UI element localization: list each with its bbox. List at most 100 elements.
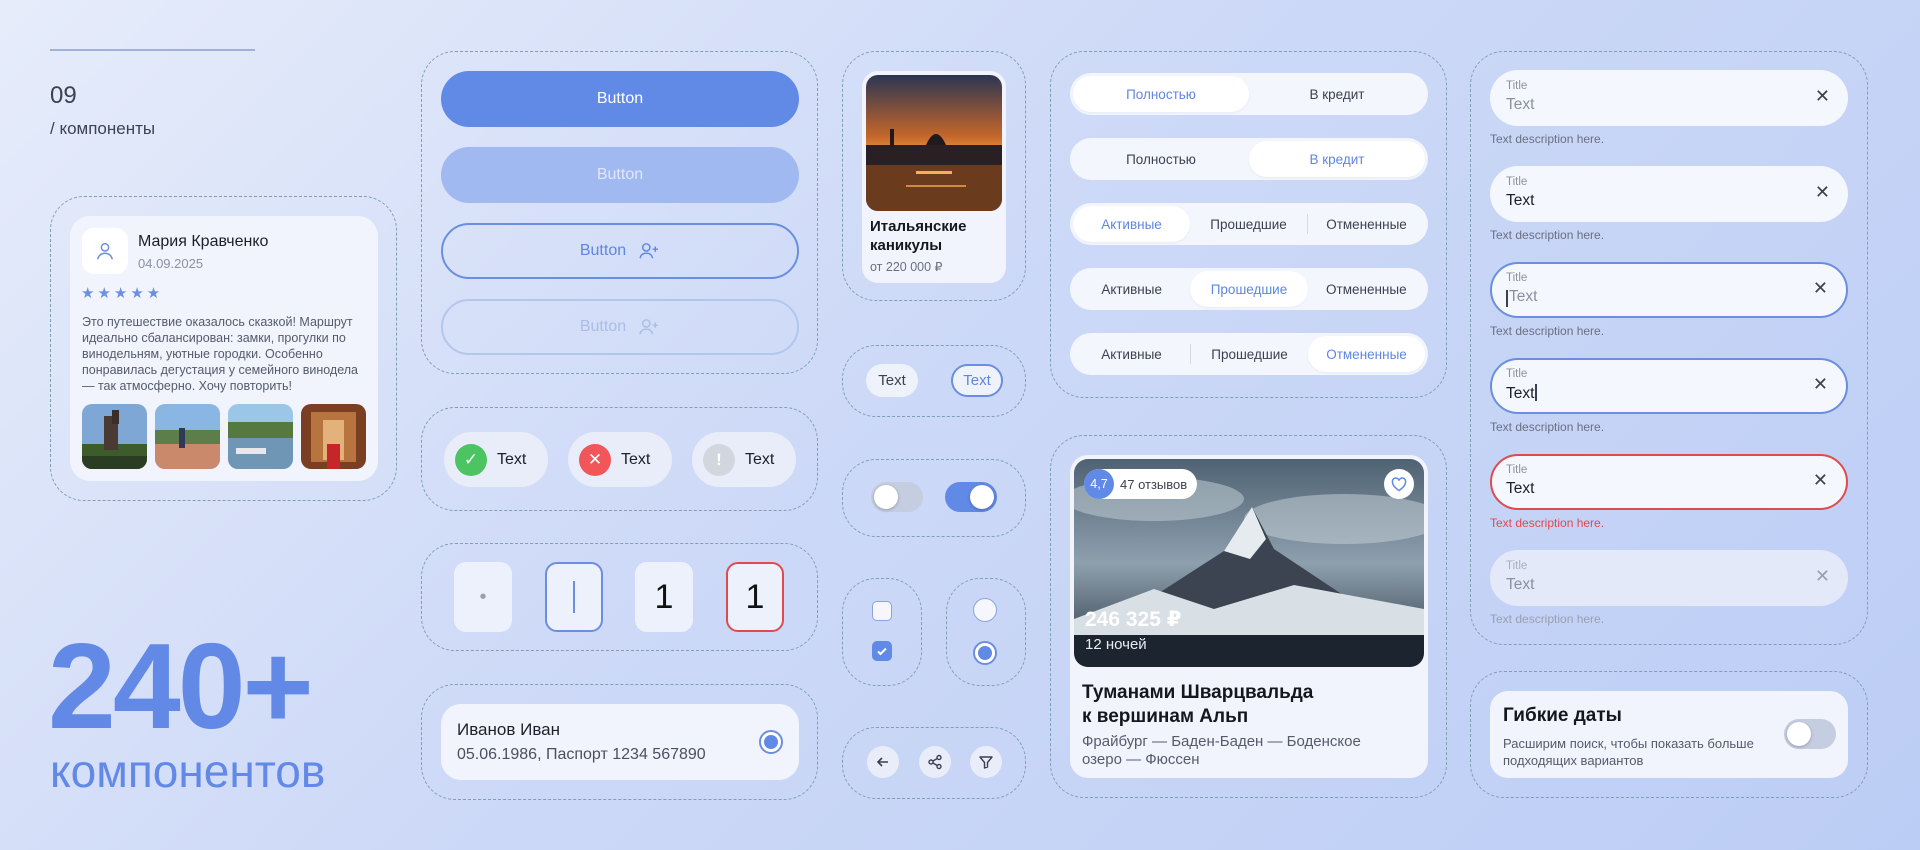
- radio-selected[interactable]: [973, 641, 997, 665]
- text-field-filled[interactable]: Title Text ✕: [1490, 166, 1848, 222]
- field-error-description: Text description here.: [1490, 516, 1605, 530]
- clear-icon[interactable]: ✕: [1815, 182, 1830, 203]
- clear-icon[interactable]: ✕: [1813, 374, 1828, 395]
- tour-price: от 220 000 ₽: [870, 260, 943, 274]
- reviewer-name: Мария Кравченко: [138, 233, 269, 250]
- hotel-title-line1: Туманами Шварцвальда: [1082, 682, 1314, 703]
- outline-button[interactable]: Button: [441, 223, 799, 279]
- field-value: Text: [1506, 576, 1535, 593]
- segment-cancelled[interactable]: Отмененные: [1308, 336, 1425, 372]
- text-field-focused-filled[interactable]: Title Text ✕: [1490, 358, 1848, 414]
- rating-value: 4,7: [1084, 469, 1114, 499]
- segment-label: Отмененные: [1326, 216, 1407, 232]
- header-divider: [50, 49, 255, 51]
- rating-badge: 4,7 47 отзывов: [1084, 469, 1198, 499]
- field-label: Title: [1506, 176, 1528, 188]
- segment-past[interactable]: Прошедшие: [1190, 271, 1308, 307]
- segment-credit[interactable]: В кредит: [1249, 76, 1425, 112]
- field-label: Title: [1506, 560, 1528, 572]
- segment-active[interactable]: Активные: [1073, 336, 1190, 372]
- tag-plain[interactable]: Text: [866, 364, 918, 397]
- segment-label: Прошедшие: [1210, 281, 1288, 297]
- clear-icon[interactable]: ✕: [1815, 86, 1830, 107]
- hotel-card[interactable]: 4,7 47 отзывов 246 325 ₽ 12 ночей Тумана…: [1070, 455, 1428, 778]
- review-photo-river[interactable]: [228, 404, 293, 469]
- review-card: Мария Кравченко 04.09.2025 ★★★★★ Это пут…: [70, 216, 378, 481]
- filter-button[interactable]: [970, 746, 1002, 778]
- field-label: Title: [1506, 368, 1528, 380]
- checkbox-unchecked[interactable]: [872, 601, 892, 621]
- passenger-document: 05.06.1986, Паспорт 1234 567890: [457, 746, 706, 763]
- code-cell-empty[interactable]: •: [454, 562, 512, 632]
- field-value-wrap: Text: [1506, 384, 1537, 403]
- passenger-radio[interactable]: [759, 730, 783, 754]
- review-date: 04.09.2025: [138, 256, 204, 271]
- field-placeholder: Text: [1509, 288, 1538, 305]
- info-icon: !: [703, 443, 735, 476]
- code-cell-filled[interactable]: 1: [635, 562, 693, 632]
- segment-past[interactable]: Прошедшие: [1190, 206, 1307, 242]
- toggle-off[interactable]: [871, 482, 923, 512]
- segment-label: Прошедшие: [1210, 216, 1287, 232]
- clear-icon[interactable]: ✕: [1813, 470, 1828, 491]
- segment-label: Активные: [1101, 346, 1162, 362]
- passenger-card[interactable]: Иванов Иван 05.06.1986, Паспорт 1234 567…: [441, 704, 799, 780]
- tag-selected-label: Text: [963, 372, 991, 389]
- radio-dot: [978, 646, 992, 660]
- segment-full[interactable]: Полностью: [1073, 141, 1249, 177]
- hotel-nights: 12 ночей: [1085, 636, 1147, 653]
- chip-disabled-label: Text: [745, 450, 775, 468]
- tag-selected[interactable]: Text: [951, 364, 1003, 397]
- text-field-focused-empty[interactable]: Title Text ✕: [1490, 262, 1848, 318]
- filter-icon: [979, 756, 993, 769]
- toggle-knob: [874, 485, 898, 509]
- toggles-group: [842, 459, 1026, 537]
- segment-credit[interactable]: В кредит: [1249, 141, 1425, 177]
- review-photo-castle[interactable]: [82, 404, 147, 469]
- passenger-name: Иванов Иван: [457, 720, 561, 739]
- segment-cancelled[interactable]: Отмененные: [1308, 206, 1425, 242]
- chip-success[interactable]: ✓ Text: [444, 432, 548, 487]
- segment-active[interactable]: Активные: [1073, 271, 1190, 307]
- flex-dates-toggle[interactable]: [1784, 719, 1836, 749]
- payment-segmented-alt: Полностью В кредит: [1070, 138, 1428, 180]
- payment-segmented: Полностью В кредит: [1070, 73, 1428, 115]
- radio-dot: [764, 735, 778, 749]
- text-field-placeholder[interactable]: Title Text ✕: [1490, 70, 1848, 126]
- primary-button[interactable]: Button: [441, 71, 799, 127]
- clear-icon: ✕: [1814, 566, 1830, 586]
- review-photo-hall[interactable]: [301, 404, 366, 469]
- clear-icon[interactable]: ✕: [1813, 278, 1828, 299]
- toggle-knob: [970, 485, 994, 509]
- arrow-left-icon: [876, 757, 888, 767]
- reviews-count: 47 отзывов: [1120, 476, 1188, 492]
- segment-label: Отмененные: [1326, 281, 1407, 297]
- segment-past[interactable]: Прошедшие: [1191, 336, 1308, 372]
- rating-stars: ★★★★★: [81, 285, 164, 302]
- user-icon: [96, 242, 114, 260]
- back-button[interactable]: [867, 746, 899, 778]
- primary-button-disabled-label: Button: [596, 166, 644, 183]
- review-photo-terrace[interactable]: [155, 404, 220, 469]
- hotel-title-line2: к вершинам Альп: [1082, 706, 1249, 727]
- checkbox-checked[interactable]: [872, 641, 892, 661]
- code-cell-focused[interactable]: [545, 562, 603, 632]
- chip-success-label: Text: [497, 450, 527, 468]
- radio-unselected[interactable]: [973, 598, 997, 622]
- toggle-on[interactable]: [945, 482, 997, 512]
- tour-card[interactable]: Итальянские каникулы от 220 000 ₽: [862, 71, 1006, 283]
- code-cell-error[interactable]: 1: [726, 562, 784, 632]
- share-button[interactable]: [919, 746, 951, 778]
- segment-full[interactable]: Полностью: [1073, 76, 1249, 112]
- text-field-error[interactable]: Title Text ✕: [1490, 454, 1848, 510]
- chip-disabled: ! Text: [692, 432, 796, 487]
- add-user-icon: [639, 319, 659, 335]
- segment-cancelled[interactable]: Отмененные: [1308, 271, 1425, 307]
- hotel-route-line1: Фрайбург — Баден-Баден — Боденское: [1082, 733, 1361, 750]
- segment-label: Полностью: [1126, 86, 1196, 102]
- chip-error[interactable]: ✕ Text: [568, 432, 672, 487]
- favorite-button[interactable]: [1384, 469, 1414, 499]
- segment-label: В кредит: [1309, 151, 1365, 167]
- field-description: Text description here.: [1490, 228, 1605, 242]
- segment-active[interactable]: Активные: [1073, 206, 1190, 242]
